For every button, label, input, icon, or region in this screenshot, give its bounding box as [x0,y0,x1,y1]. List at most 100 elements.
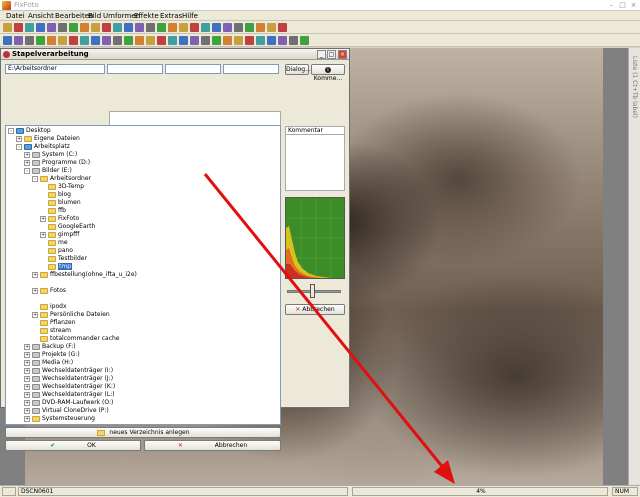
tb1-button[interactable] [168,23,177,32]
tree-item[interactable]: + Media (H:) [24,359,73,367]
tree-item[interactable]: + System (C:) [24,151,77,159]
tb1-button[interactable] [212,23,221,32]
slider-thumb[interactable] [310,284,315,298]
tree-item[interactable]: + Wechseldatenträger (L:) [24,391,115,399]
comment-list[interactable] [285,135,345,191]
tb2-button[interactable] [102,36,111,45]
tb1-button[interactable] [223,23,232,32]
tb2-button[interactable] [113,36,122,45]
tree-item[interactable]: + Projekte (G:) [24,351,80,359]
tree-item[interactable]: + Virtual CloneDrive (P:) [24,407,109,415]
dialog-button[interactable]: Dialog... [285,64,311,75]
tb2-button[interactable] [3,36,12,45]
expand-icon[interactable]: + [24,383,30,390]
tb1-button[interactable] [47,23,56,32]
tb2-button[interactable] [201,36,210,45]
tree-item[interactable]: - Desktop [8,127,51,135]
tb2-button[interactable] [212,36,221,45]
tree-item[interactable]: stream [32,327,71,335]
tb1-button[interactable] [69,23,78,32]
tb2-button[interactable] [25,36,34,45]
tb1-button[interactable] [58,23,67,32]
tree-item[interactable]: + Backup (F:) [24,343,76,351]
tree-item[interactable] [32,295,40,303]
expand-icon[interactable]: + [24,151,30,158]
dialog-title-bar[interactable]: Stapelverarbeitung _ □ × [1,49,349,60]
tb2-button[interactable] [157,36,166,45]
expand-icon[interactable]: + [24,399,30,406]
tb1-button[interactable] [3,23,12,32]
expand-icon[interactable]: + [40,215,46,222]
path-input[interactable]: E:\Arbeitsordner [5,64,105,74]
tb1-button[interactable] [91,23,100,32]
tree-item[interactable]: blumen [40,199,81,207]
filter-field-3[interactable] [223,64,279,74]
comment-button[interactable]: i Komme... [311,64,345,82]
tb1-button[interactable] [267,23,276,32]
dialog-minimize-icon[interactable]: _ [317,50,326,59]
ok-button[interactable]: ✔ OK [5,440,141,451]
tree-item[interactable]: + Persönliche Dateien [32,311,110,319]
tree-item[interactable]: Testbilder [40,255,87,263]
expand-icon[interactable]: + [32,271,38,278]
tb1-button[interactable] [36,23,45,32]
tb1-button[interactable] [25,23,34,32]
expand-icon[interactable]: - [16,143,22,150]
new-folder-button[interactable]: neues Verzeichnis anlegen [5,427,281,438]
tb2-button[interactable] [223,36,232,45]
expand-icon[interactable]: + [32,311,38,318]
tb2-button[interactable] [256,36,265,45]
tree-item[interactable]: - Arbeitsplatz [16,143,70,151]
expand-icon[interactable]: + [24,391,30,398]
expand-icon[interactable]: + [24,159,30,166]
tb2-button[interactable] [124,36,133,45]
expand-icon[interactable]: - [32,175,38,182]
tree-item[interactable] [32,279,40,287]
tree-item[interactable]: ffb [40,207,66,215]
tree-item[interactable]: me [40,239,68,247]
tb1-button[interactable] [190,23,199,32]
dialog-maximize-icon[interactable]: □ [327,50,336,59]
expand-icon[interactable]: + [32,287,38,294]
tb2-button[interactable] [234,36,243,45]
tb2-button[interactable] [190,36,199,45]
tb2-button[interactable] [245,36,254,45]
tb2-button[interactable] [58,36,67,45]
cancel-button-right[interactable]: ✕ Abbrechen [285,304,345,315]
menu-effekte[interactable]: Effekte [134,12,159,20]
menu-extras[interactable]: Extras [160,12,182,20]
expand-icon[interactable]: + [24,343,30,350]
minimize-icon[interactable]: – [606,1,617,9]
tree-item[interactable]: + ffbestellung(ohne_ifta_u_i2e) [32,271,137,279]
tb1-button[interactable] [245,23,254,32]
tree-item[interactable]: + FixFoto [40,215,79,223]
tree-item[interactable]: + Fotos [32,287,66,295]
expand-icon[interactable]: - [24,167,30,174]
tb1-button[interactable] [80,23,89,32]
expand-icon[interactable]: + [24,351,30,358]
tb1-button[interactable] [234,23,243,32]
tree-item[interactable]: totalcommander cache [32,335,120,343]
expand-icon[interactable]: + [24,407,30,414]
dialog-close-icon[interactable]: × [338,50,347,59]
tree-item[interactable]: tmp [40,263,73,271]
tb2-button[interactable] [36,36,45,45]
tb1-button[interactable] [157,23,166,32]
filter-field-2[interactable] [165,64,221,74]
expand-icon[interactable]: + [16,135,22,142]
menu-datei[interactable]: Datei [6,12,25,20]
tb1-button[interactable] [113,23,122,32]
maximize-icon[interactable]: □ [617,1,628,9]
tree-item[interactable]: + Wechseldatenträger (K:) [24,383,115,391]
tb1-button[interactable] [179,23,188,32]
tb1-button[interactable] [124,23,133,32]
close-icon[interactable]: × [628,1,639,9]
tree-item[interactable]: blog [40,191,71,199]
cancel-button-bottom[interactable]: ✕ Abbrechen [144,440,281,451]
expand-icon[interactable]: + [24,375,30,382]
tb2-button[interactable] [179,36,188,45]
tb1-button[interactable] [146,23,155,32]
tb2-button[interactable] [14,36,23,45]
tree-item[interactable]: + Eigene Dateien [16,135,80,143]
expand-icon[interactable]: + [24,359,30,366]
